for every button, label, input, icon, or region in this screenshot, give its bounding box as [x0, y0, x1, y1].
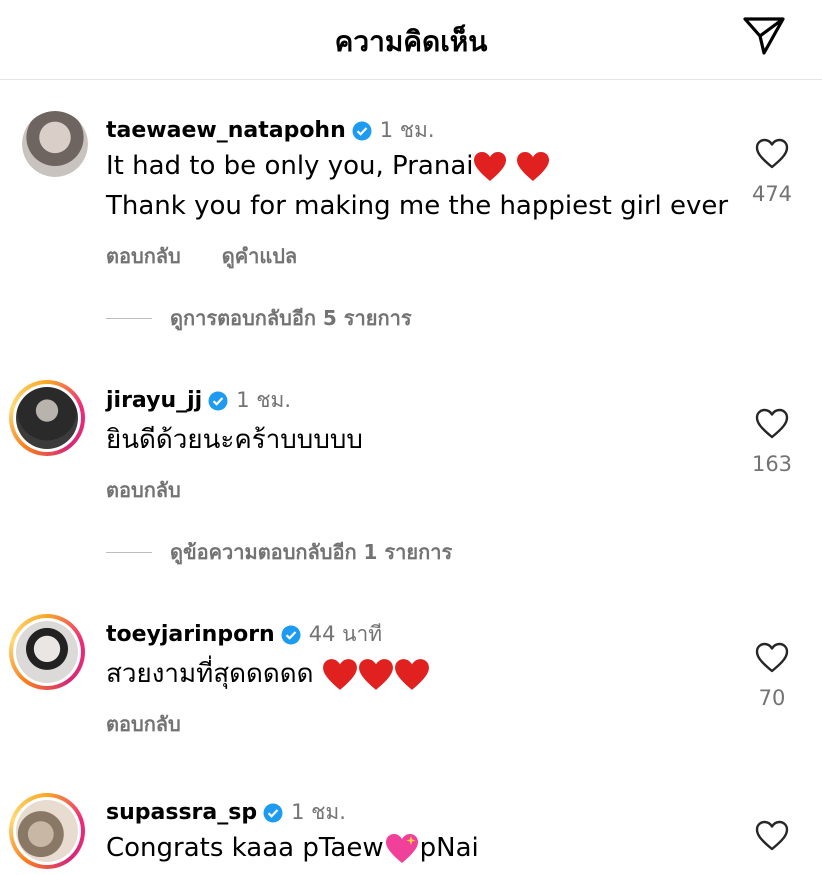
translate-button[interactable]: ดูคำแปล — [222, 244, 297, 268]
sparkling-heart-emoji-icon — [385, 833, 418, 863]
view-more-replies[interactable]: ดูข้อความตอบกลับอีก 1 รายการ — [106, 536, 452, 568]
divider — [106, 317, 152, 319]
heart-outline-icon[interactable] — [755, 642, 789, 674]
red-heart-emoji-icon — [474, 151, 507, 181]
red-heart-emoji-icon — [358, 658, 393, 690]
comment-timestamp: 1 ชม. — [379, 118, 435, 142]
comment-line: It had to be only you, Pranai — [106, 151, 474, 181]
view-more-replies-label: ดูข้อความตอบกลับอีก 1 รายการ — [170, 540, 453, 564]
comment-text: ยินดีด้วยนะคร้าบบบบบ — [106, 425, 363, 455]
like-count: 474 — [751, 182, 793, 206]
comment-timestamp: 1 ชม. — [236, 388, 291, 412]
like-count: 70 — [758, 686, 786, 710]
verified-badge-icon — [352, 121, 372, 141]
reply-button[interactable]: ตอบกลับ — [106, 478, 181, 502]
red-heart-emoji-icon — [394, 658, 429, 690]
comment-text: สวยงามที่สุดดดดด — [106, 654, 430, 694]
reply-button[interactable]: ตอบกลับ — [106, 712, 181, 736]
page-title: ความคิดเห็น — [334, 25, 488, 58]
header: ความคิดเห็น — [0, 0, 822, 80]
comment-line: Congrats kaaa pTaew — [106, 833, 384, 863]
divider — [106, 551, 152, 553]
comment-line: สวยงามที่สุดดดดด — [106, 659, 314, 689]
comment-text: It had to be only you, Pranai — [106, 146, 550, 186]
red-heart-emoji-icon — [322, 658, 357, 690]
comment-username[interactable]: taewaew_natapohn — [106, 118, 346, 143]
like-count: 163 — [751, 452, 793, 476]
reply-button[interactable]: ตอบกลับ — [106, 244, 181, 268]
avatar[interactable] — [22, 111, 88, 177]
red-heart-emoji-icon — [516, 151, 549, 181]
heart-outline-icon[interactable] — [755, 138, 789, 170]
avatar[interactable] — [9, 380, 85, 456]
send-icon — [743, 17, 785, 55]
verified-badge-icon — [263, 803, 283, 823]
comment-username[interactable]: toeyjarinporn — [106, 622, 275, 647]
view-more-replies-label: ดูการตอบกลับอีก 5 รายการ — [170, 306, 412, 330]
heart-outline-icon[interactable] — [755, 820, 789, 852]
comment-text: Congrats kaaa pTaew pNai — [106, 828, 479, 868]
avatar[interactable] — [9, 614, 85, 690]
avatar[interactable] — [9, 793, 85, 869]
comment-timestamp: 1 ชม. — [291, 800, 346, 824]
verified-badge-icon — [208, 391, 228, 411]
comment-username[interactable]: supassra_sp — [106, 800, 257, 825]
view-more-replies[interactable]: ดูการตอบกลับอีก 5 รายการ — [106, 302, 412, 334]
comment-username[interactable]: jirayu_jj — [106, 388, 202, 413]
comment-line: Thank you for making me the happiest gir… — [106, 191, 729, 221]
comment-timestamp: 44 นาที — [308, 622, 383, 646]
comment-line: pNai — [419, 833, 479, 863]
verified-badge-icon — [281, 625, 301, 645]
send-button[interactable] — [740, 14, 788, 58]
heart-outline-icon[interactable] — [755, 408, 789, 440]
